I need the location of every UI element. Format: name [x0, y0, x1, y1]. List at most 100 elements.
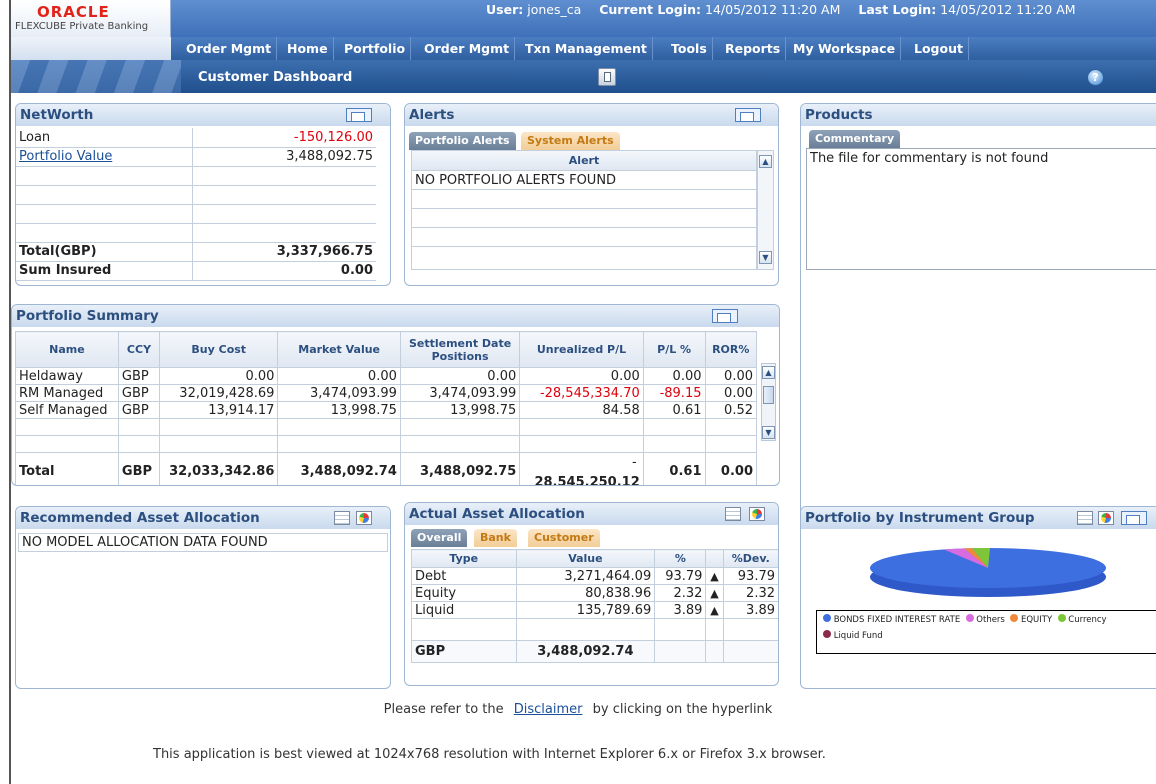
- menu-tools[interactable]: Tools: [666, 37, 713, 60]
- tab-customer[interactable]: Customer: [528, 529, 600, 547]
- alloc-dev: 2.32: [722, 584, 778, 602]
- instrument-group-panel: Portfolio by Instrument Group BONDS FIXE…: [800, 506, 1156, 689]
- row-settlement: 3,474,093.99: [399, 384, 521, 402]
- grid-view-icon[interactable]: [1077, 511, 1093, 525]
- networth-panel: NetWorth Loan -150,126.00 Portfolio Valu…: [15, 103, 391, 286]
- table-row: [15, 418, 757, 436]
- row-pl-pct: -89.15: [642, 384, 706, 402]
- col-ror-pct: ROR%: [704, 331, 757, 368]
- grid-view-icon[interactable]: [725, 507, 741, 521]
- scroll-thumb[interactable]: [763, 386, 774, 404]
- menu-txn-management[interactable]: Txn Management: [520, 37, 653, 60]
- alloc-type: Liquid: [411, 601, 517, 619]
- total-ccy: GBP: [117, 452, 161, 485]
- networth-portfolio-value: 3,488,092.75: [191, 147, 376, 167]
- total-unrealized-cell: - 28,545,250.12: [519, 452, 644, 485]
- chart-view-icon[interactable]: [1098, 511, 1114, 525]
- summary-scrollbar[interactable]: ▲ ▼: [761, 363, 776, 441]
- tab-portfolio-alerts[interactable]: Portfolio Alerts: [409, 132, 516, 150]
- scroll-up-icon[interactable]: ▲: [759, 155, 772, 168]
- actual-allocation-header: Actual Asset Allocation: [405, 503, 778, 525]
- sum-insured-label: Sum Insured: [16, 261, 192, 281]
- row-buy-cost: 32,019,428.69: [159, 384, 279, 402]
- total-pl-pct: 0.61: [642, 452, 706, 485]
- table-row: Self Managed GBP 13,914.17 13,998.75 13,…: [15, 401, 757, 419]
- actual-allocation-table: Type Value % %Dev. Debt 3,271,464.09 93.…: [411, 549, 778, 663]
- recommended-allocation-message: NO MODEL ALLOCATION DATA FOUND: [18, 533, 388, 552]
- portfolio-summary-panel: Portfolio Summary Name CCY Buy Cost Mark…: [11, 304, 780, 486]
- chart-view-icon[interactable]: [356, 511, 372, 525]
- table-row: Total(GBP) 3,337,966.75: [16, 242, 376, 262]
- networth-table: Loan -150,126.00 Portfolio Value 3,488,0…: [16, 128, 376, 281]
- menu-home[interactable]: Home: [282, 37, 334, 60]
- row-ror: 0.52: [704, 401, 757, 419]
- legend-item-others: Others: [963, 614, 1005, 625]
- grid-view-icon[interactable]: [334, 511, 350, 525]
- menu-order-mgmt-2[interactable]: Order Mgmt: [419, 37, 516, 60]
- tab-system-alerts[interactable]: System Alerts: [521, 132, 620, 150]
- alerts-table: Alert NO PORTFOLIO ALERTS FOUND: [411, 150, 757, 270]
- tab-bank[interactable]: Bank: [474, 529, 517, 547]
- table-row: [15, 435, 757, 453]
- maximize-icon[interactable]: [735, 108, 761, 122]
- table-row: Liquid 135,789.69 3.89 ▲ 3.89: [411, 601, 778, 619]
- menu-my-workspace[interactable]: My Workspace: [788, 37, 902, 60]
- maximize-icon[interactable]: [346, 108, 372, 122]
- row-unrealized: 0.00: [519, 367, 644, 385]
- table-row: Heldaway GBP 0.00 0.00 0.00 0.00 0.00 0.…: [15, 367, 757, 385]
- alloc-pct: 93.79: [654, 567, 707, 585]
- table-header-row: Type Value % %Dev.: [411, 549, 778, 568]
- table-total-row: GBP 3,488,092.74: [411, 640, 778, 663]
- table-row: RM Managed GBP 32,019,428.69 3,474,093.9…: [15, 384, 757, 402]
- portfolio-summary-header: Portfolio Summary: [12, 305, 779, 327]
- alloc-type: Equity: [411, 584, 517, 602]
- row-unrealized: -28,545,334.70: [519, 384, 644, 402]
- col-type: Type: [411, 549, 517, 568]
- menu-portfolio[interactable]: Portfolio: [339, 37, 412, 60]
- networth-loan-label: Loan: [16, 128, 192, 148]
- disclaimer-link[interactable]: Disclaimer: [514, 702, 583, 717]
- col-dev: %Dev.: [722, 549, 778, 568]
- row-ccy: GBP: [117, 367, 161, 385]
- networth-loan-value: -150,126.00: [191, 128, 376, 148]
- alerts-header: Alerts: [405, 104, 778, 126]
- row-name: Heldaway: [15, 367, 119, 385]
- alloc-total-label: GBP: [411, 640, 517, 663]
- alerts-scrollbar[interactable]: ▲ ▼: [757, 150, 774, 270]
- legend-item-currency: Currency: [1055, 614, 1107, 625]
- menu-reports[interactable]: Reports: [720, 37, 787, 60]
- tab-commentary[interactable]: Commentary: [809, 130, 901, 148]
- alerts-message: NO PORTFOLIO ALERTS FOUND: [412, 171, 756, 190]
- networth-total-label: Total(GBP): [16, 242, 192, 262]
- menu-logout[interactable]: Logout: [909, 37, 969, 60]
- col-settlement-positions: Settlement Date Positions: [399, 331, 521, 368]
- row-ror: 0.00: [704, 367, 757, 385]
- maximize-icon[interactable]: [1121, 511, 1147, 525]
- document-icon[interactable]: [598, 68, 616, 86]
- networth-title: NetWorth: [20, 107, 94, 123]
- alloc-total-value: 3,488,092.74: [515, 640, 656, 663]
- col-buy-cost: Buy Cost: [159, 331, 279, 368]
- recommended-allocation-title: Recommended Asset Allocation: [20, 510, 260, 526]
- user-label: User:: [486, 2, 524, 17]
- browser-note: This application is best viewed at 1024x…: [153, 747, 826, 762]
- chart-view-icon[interactable]: [749, 507, 765, 521]
- brand-name: ORACLE: [37, 3, 110, 21]
- table-total-row: Total GBP 32,033,342.86 3,488,092.74 3,4…: [15, 452, 757, 485]
- menu-order-mgmt[interactable]: Order Mgmt: [181, 37, 278, 60]
- portfolio-value-link[interactable]: Portfolio Value: [19, 149, 112, 164]
- maximize-icon[interactable]: [712, 309, 738, 323]
- tab-overall[interactable]: Overall: [411, 529, 468, 547]
- total-ror: 0.00: [704, 452, 757, 485]
- help-icon[interactable]: ?: [1087, 69, 1104, 86]
- table-row: [16, 166, 376, 186]
- instrument-group-header: Portfolio by Instrument Group: [801, 507, 1156, 529]
- menu-bar-left: [11, 37, 171, 60]
- scroll-down-icon[interactable]: ▼: [762, 426, 775, 439]
- scroll-down-icon[interactable]: ▼: [759, 251, 772, 264]
- row-ror: 0.00: [704, 384, 757, 402]
- product-name: FLEXCUBE Private Banking: [15, 21, 149, 32]
- col-ccy: CCY: [117, 331, 161, 368]
- alloc-dev: 93.79: [722, 567, 778, 585]
- scroll-up-icon[interactable]: ▲: [762, 366, 775, 379]
